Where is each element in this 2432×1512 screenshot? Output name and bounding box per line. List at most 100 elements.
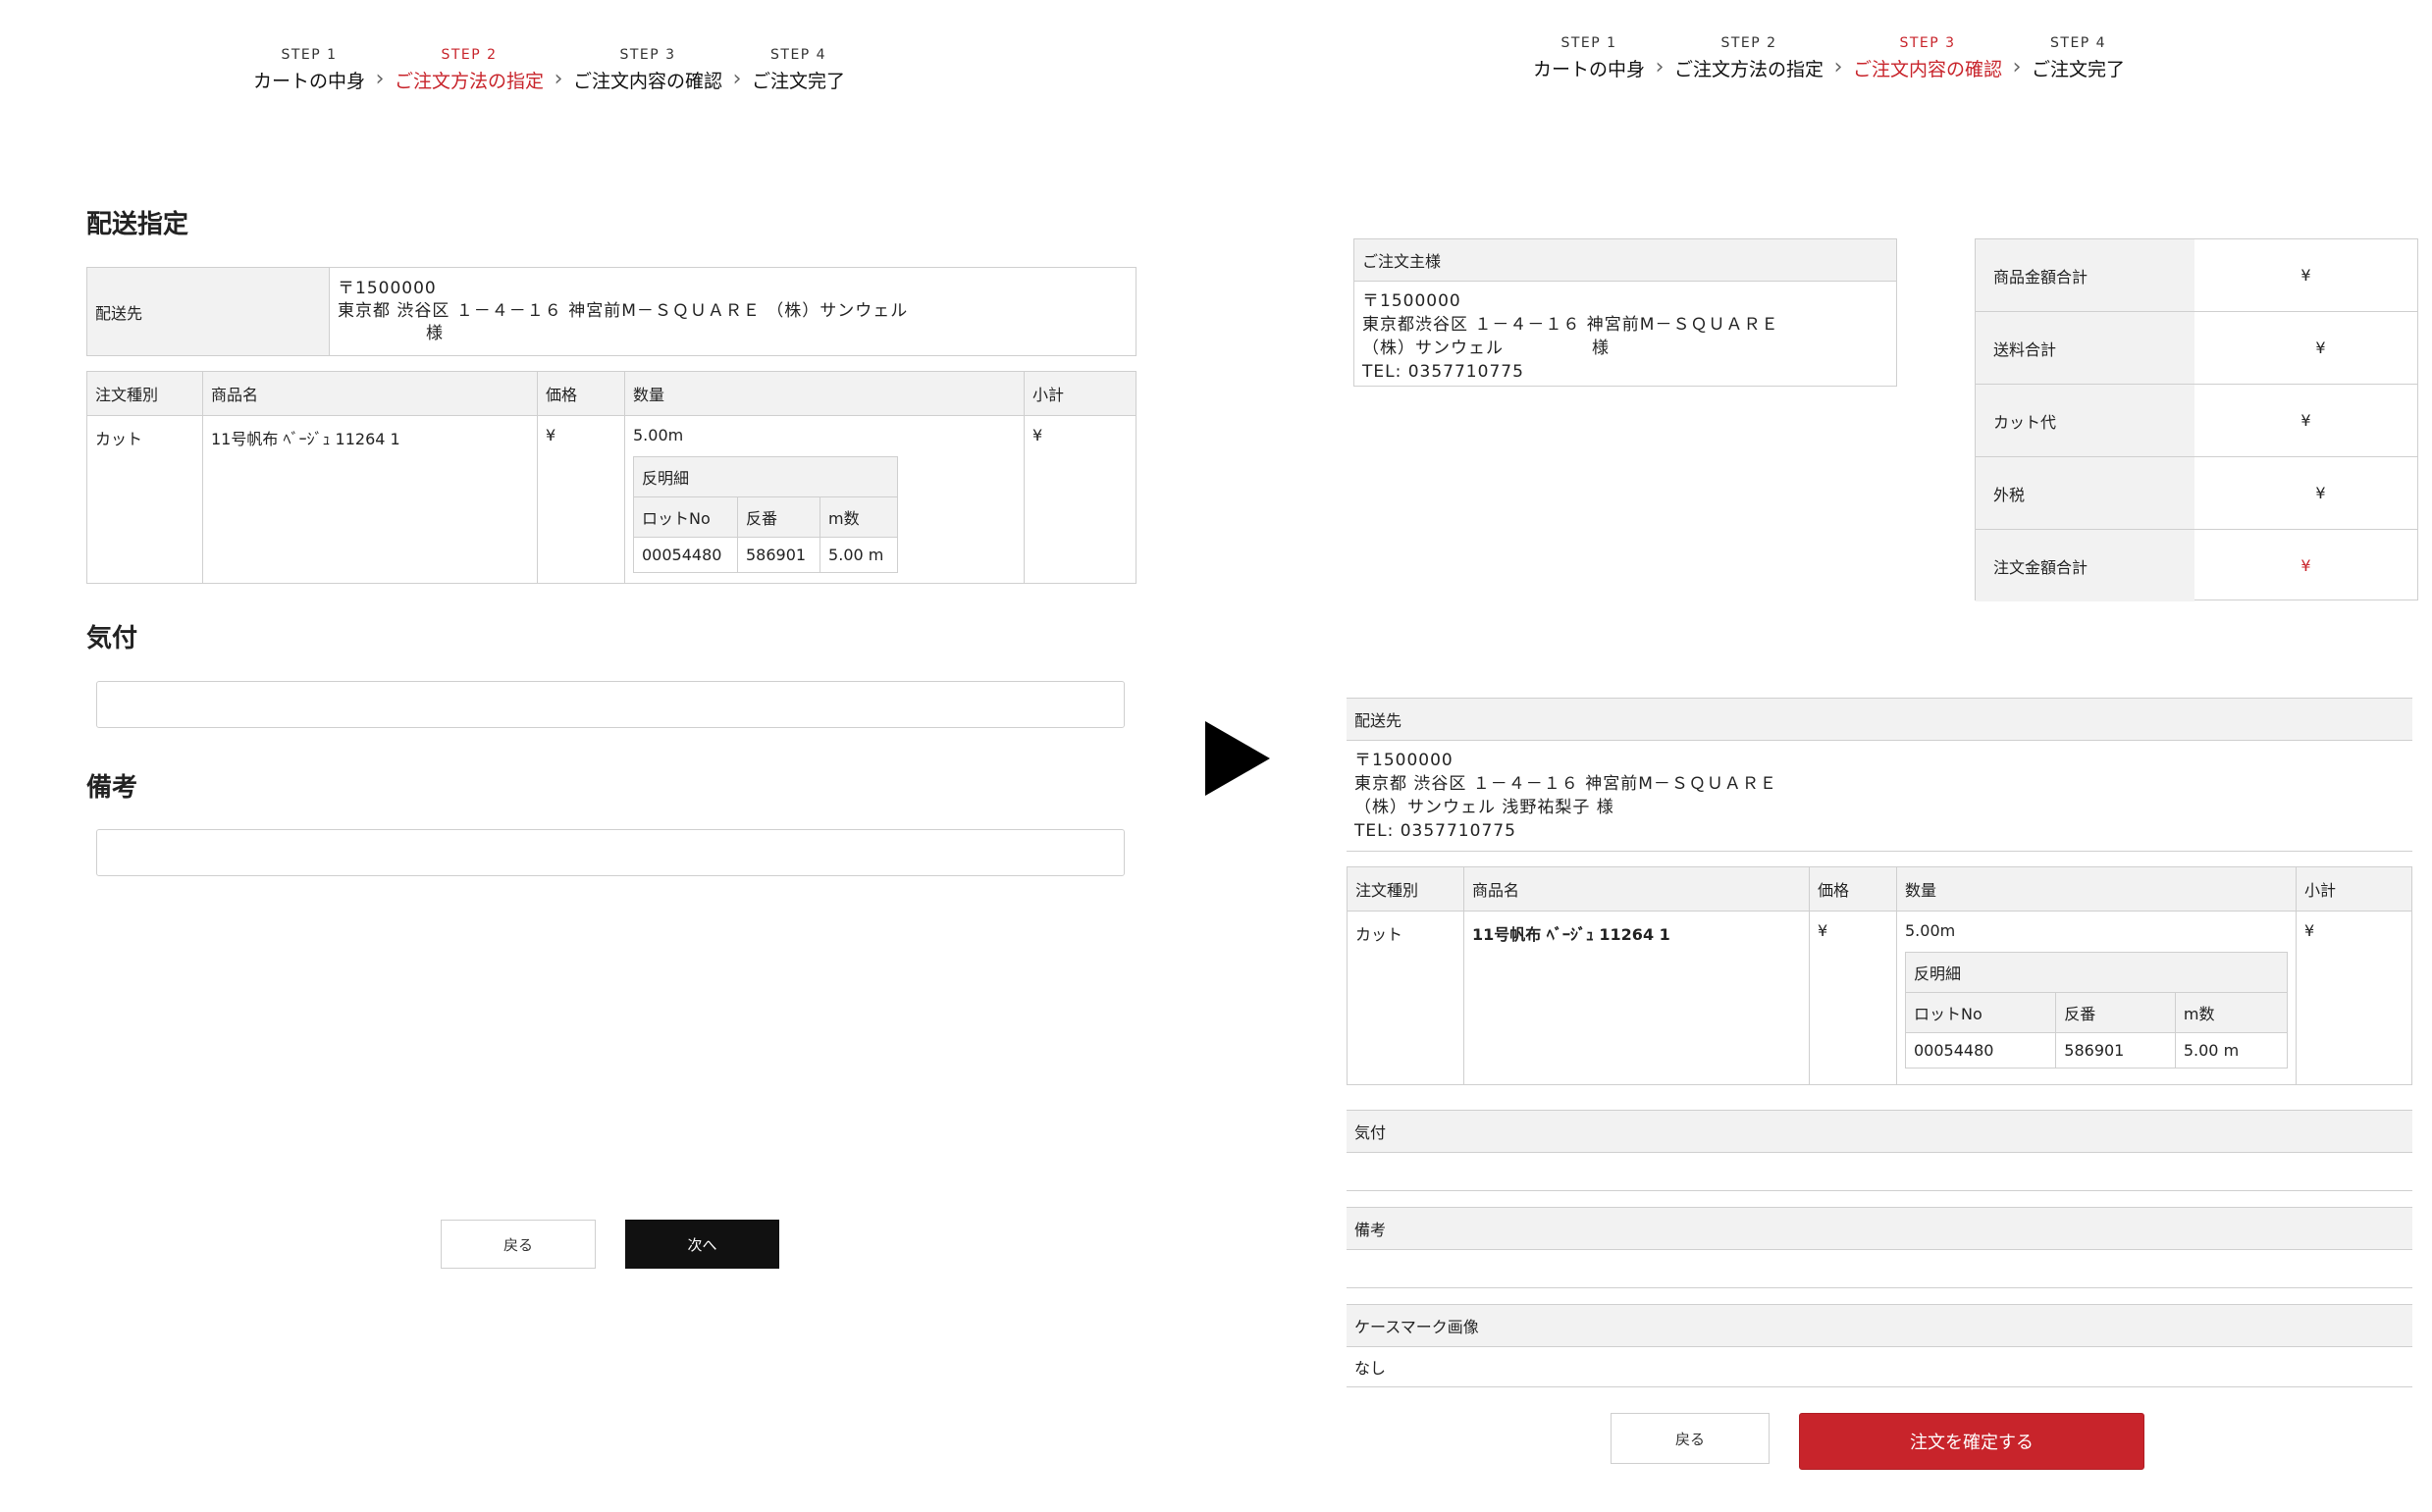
step-1: STEP 1 カートの中身 — [253, 47, 365, 93]
step-number: STEP 2 — [1720, 35, 1777, 51]
postal-code: 〒1500000 — [1354, 751, 1454, 770]
step-4: STEP 4 ご注文完了 — [752, 47, 845, 93]
step-progress-right: STEP 1 カートの中身 › STEP 2 ご注文方法の指定 › STEP 3… — [1533, 35, 2125, 81]
col-subtotal: 小計 — [1024, 371, 1137, 416]
order-items-table: 注文種別 商品名 価格 数量 小計 カット 11号帆布 ﾍﾞｰｼﾞｭ 11264… — [86, 371, 1137, 584]
step-label: カートの中身 — [253, 71, 366, 92]
postal-code: 〒1500000 — [1362, 291, 1461, 311]
subtotal-cell: ¥ — [2296, 911, 2412, 1085]
col-product-name: 商品名 — [202, 371, 538, 416]
step-label: ご注文方法の指定 — [1674, 59, 1824, 80]
back-button[interactable]: 戻る — [441, 1220, 596, 1269]
col-product-name: 商品名 — [1463, 866, 1810, 912]
destination-details: 〒1500000 東京都 渋谷区 １－４－１６ 神宮前M－ＳＱＵＡＲＥ （株）サ… — [1347, 741, 2412, 852]
product-name-cell: 11号帆布 ﾍﾞｰｼﾞｭ 11264 1 — [202, 415, 538, 584]
left-screen-order-method: STEP 1 カートの中身 › STEP 2 ご注文方法の指定 › STEP 3… — [0, 0, 1178, 1512]
section-title-kitsuke: 気付 — [86, 624, 138, 653]
case-mark-heading: ケースマーク画像 — [1347, 1304, 2412, 1347]
table-row: カット 11号帆布 ﾍﾞｰｼﾞｭ 11264 1 ¥ 5.00m 反明細 ロット… — [1347, 911, 2412, 1085]
col-price: 価格 — [537, 371, 625, 416]
order-type-cell: カット — [1347, 911, 1464, 1085]
step-label: ご注文内容の確認 — [1853, 59, 2003, 80]
step-label: カートの中身 — [1533, 59, 1646, 80]
section-title-delivery: 配送指定 — [86, 210, 189, 239]
summary-row-tax: 外税 ¥ — [1976, 457, 2417, 530]
summary-row-order-total: 注文金額合計 ¥ — [1976, 530, 2417, 601]
step-1: STEP 1 カートの中身 — [1533, 35, 1645, 81]
order-items-table: 注文種別 商品名 価格 数量 小計 カット 11号帆布 ﾍﾞｰｼﾞｭ 11264… — [1347, 866, 2412, 1085]
lot-no-value: 00054480 — [633, 537, 738, 573]
product-name-cell: 11号帆布 ﾍﾞｰｼﾞｭ 11264 1 — [1463, 911, 1810, 1085]
col-roll-no: 反番 — [736, 496, 821, 538]
kitsuke-input[interactable] — [96, 681, 1125, 728]
chevron-right-icon: › — [375, 67, 385, 91]
quantity-value: 5.00m — [633, 426, 684, 444]
meters-value: 5.00 m — [2174, 1032, 2289, 1069]
col-order-type: 注文種別 — [1347, 866, 1464, 912]
table-header-row: 注文種別 商品名 価格 数量 小計 — [1347, 866, 2412, 912]
address-line: 東京都 渋谷区 １－４－１６ 神宮前M－ＳＱＵＡＲＥ （株）サンウェル — [338, 301, 909, 321]
summary-value: ¥ — [2300, 411, 2311, 430]
honorific: 様 — [426, 324, 444, 343]
table-row: カット 11号帆布 ﾍﾞｰｼﾞｭ 11264 1 ¥ 5.00m 反明細 ロット… — [86, 415, 1137, 584]
roll-detail-table: 反明細 ロットNo 反番 m数 00054480 586901 5.00 m — [1904, 952, 2289, 1069]
step-3: STEP 3 ご注文内容の確認 — [573, 47, 722, 93]
step-label: ご注文完了 — [2032, 59, 2126, 80]
roll-detail-table: 反明細 ロットNo 反番 m数 00054480 586901 5.00 m — [633, 456, 898, 573]
summary-row-cut-fee: カット代 ¥ — [1976, 385, 2417, 457]
col-subtotal: 小計 — [2296, 866, 2412, 912]
summary-value: ¥ — [2300, 266, 2311, 285]
table-header-row: 注文種別 商品名 価格 数量 小計 — [86, 371, 1137, 416]
step-2: STEP 2 ご注文方法の指定 — [1674, 35, 1824, 81]
next-button[interactable]: 次へ — [625, 1220, 779, 1269]
section-title-remarks: 備考 — [86, 773, 138, 803]
roll-detail-title: 反明細 — [633, 456, 898, 497]
col-meters: m数 — [819, 496, 898, 538]
price-cell: ¥ — [1809, 911, 1897, 1085]
summary-label: 注文金額合計 — [1976, 530, 2194, 601]
roll-detail-title: 反明細 — [1905, 952, 2288, 993]
remarks-section: 備考 — [1347, 1207, 2412, 1288]
summary-total-value: ¥ — [2300, 556, 2311, 575]
orderer-heading: ご注文主様 — [1354, 239, 1896, 282]
step-label: ご注文内容の確認 — [573, 71, 723, 92]
chevron-right-icon: › — [732, 67, 742, 91]
roll-no-value: 586901 — [2055, 1032, 2176, 1069]
order-type-cell: カット — [86, 415, 203, 584]
step-number: STEP 2 — [441, 47, 498, 63]
step-number: STEP 4 — [2050, 35, 2107, 51]
address-line: 東京都 渋谷区 １－４－１６ 神宮前M－ＳＱＵＡＲＥ — [1354, 774, 1777, 794]
order-summary-box: 商品金額合計 ¥ 送料合計 ¥ カット代 ¥ 外税 ¥ 注文金額合計 ¥ — [1975, 238, 2418, 601]
step-4: STEP 4 ご注文完了 — [2032, 35, 2125, 81]
destination-section: 配送先 〒1500000 東京都 渋谷区 １－４－１６ 神宮前M－ＳＱＵＡＲＥ … — [1347, 698, 2412, 852]
step-number: STEP 1 — [1560, 35, 1617, 51]
col-roll-no: 反番 — [2055, 992, 2176, 1033]
case-mark-section: ケースマーク画像 なし — [1347, 1304, 2412, 1387]
play-arrow-icon — [1205, 721, 1270, 796]
step-number: STEP 4 — [770, 47, 827, 63]
price-cell: ¥ — [537, 415, 625, 584]
remarks-value — [1347, 1250, 2412, 1288]
summary-label: 外税 — [1976, 457, 2194, 529]
address-line: 東京都渋谷区 １－４－１６ 神宮前M－ＳＱＵＡＲＥ — [1362, 315, 1779, 335]
col-lot-no: ロットNo — [633, 496, 738, 538]
quantity-value: 5.00m — [1905, 921, 1956, 940]
phone-number: TEL: 0357710775 — [1362, 362, 1524, 382]
roll-no-value: 586901 — [736, 537, 821, 573]
confirm-order-button[interactable]: 注文を確定する — [1799, 1413, 2144, 1470]
orderer-details: 〒1500000 東京都渋谷区 １－４－１６ 神宮前M－ＳＱＵＡＲＥ （株）サン… — [1354, 282, 1896, 391]
destination-address: 〒1500000 東京都 渋谷区 １－４－１６ 神宮前M－ＳＱＵＡＲＥ （株）サ… — [329, 267, 1137, 356]
remarks-input[interactable] — [96, 829, 1125, 876]
remarks-heading: 備考 — [1347, 1207, 2412, 1250]
step-2: STEP 2 ご注文方法の指定 — [395, 47, 544, 93]
kitsuke-value — [1347, 1153, 2412, 1191]
quantity-cell: 5.00m 反明細 ロットNo 反番 m数 00054480 586901 5.… — [624, 415, 1025, 584]
summary-row-product-total: 商品金額合計 ¥ — [1976, 239, 2417, 312]
chevron-right-icon: › — [554, 67, 563, 91]
back-button[interactable]: 戻る — [1611, 1413, 1770, 1464]
chevron-right-icon: › — [1655, 55, 1665, 79]
postal-code: 〒1500000 — [338, 279, 437, 298]
summary-value: ¥ — [2315, 339, 2326, 357]
step-progress-left: STEP 1 カートの中身 › STEP 2 ご注文方法の指定 › STEP 3… — [253, 47, 845, 93]
orderer-box: ご注文主様 〒1500000 東京都渋谷区 １－４－１６ 神宮前M－ＳＱＵＡＲＥ… — [1353, 238, 1897, 387]
